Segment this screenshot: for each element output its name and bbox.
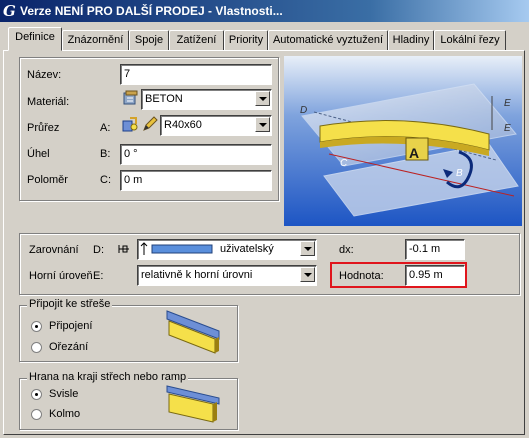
polomer-label: Poloměr	[27, 174, 68, 186]
alignment-preview-icon	[140, 242, 213, 255]
orezani-label: Ořezání	[49, 341, 89, 353]
preview-label-d: D	[300, 105, 307, 116]
radio-kolmo[interactable]	[31, 409, 42, 420]
tab-zatizeni[interactable]: Zatížení	[169, 30, 224, 50]
polomer-key: C:	[100, 174, 111, 186]
radio-pripojeni[interactable]	[31, 321, 42, 332]
pin-icon[interactable]	[117, 242, 131, 256]
chevron-down-icon[interactable]	[255, 117, 270, 132]
tab-hladiny[interactable]: Hladiny	[388, 30, 434, 50]
radio-orezani[interactable]	[31, 342, 42, 353]
radius-field[interactable]: 0 m	[120, 170, 272, 191]
dx-field[interactable]: -0.1 m	[405, 239, 465, 260]
material-label: Materiál:	[27, 96, 70, 108]
name-field[interactable]: 7	[120, 64, 272, 85]
beam-preview-diagram: D E E A B C	[284, 56, 522, 226]
zarovnani-label: Zarovnání	[29, 244, 79, 256]
pencil-icon	[143, 116, 158, 131]
roof-attach-title: Připojit ke střeše	[27, 298, 113, 310]
material-library-icon	[123, 90, 138, 105]
section-editor-button[interactable]	[121, 115, 139, 133]
preview-label-c: C	[340, 158, 348, 169]
dx-label: dx:	[339, 244, 354, 256]
tab-priority[interactable]: Priority	[224, 30, 268, 50]
chevron-down-icon[interactable]	[300, 267, 315, 282]
preview-label-b: B	[456, 168, 463, 179]
horni-uroven-key: E:	[93, 270, 104, 282]
tab-label: Hladiny	[392, 34, 430, 46]
preview-label-a: A	[409, 145, 419, 161]
horni-uroven-label: Horní úroveň	[29, 270, 93, 282]
roof-attach-illustration	[166, 310, 220, 354]
hodnota-label: Hodnota:	[339, 270, 384, 282]
pripojeni-label: Připojení	[49, 320, 93, 332]
title-bar[interactable]: G Verze NENÍ PRO DALŠÍ PRODEJ - Vlastnos…	[0, 0, 529, 22]
radio-svisle[interactable]	[31, 389, 42, 400]
preview-label-e1: E	[504, 98, 511, 109]
kolmo-label: Kolmo	[49, 408, 81, 420]
material-select[interactable]: BETON	[141, 89, 272, 110]
roof-edge-illustration	[166, 385, 220, 423]
section-editor-icon	[122, 117, 138, 132]
top-level-value: relativně k horní úrovni	[141, 269, 253, 281]
tab-label: Automatické vyztužení	[272, 34, 384, 46]
section-select[interactable]: R40x60	[160, 115, 272, 136]
section-value: R40x60	[164, 119, 202, 131]
tab-lokalni-rezy[interactable]: Lokální řezy	[434, 30, 506, 50]
chevron-down-icon[interactable]	[255, 91, 270, 106]
uhel-key: B:	[100, 148, 111, 160]
alignment-value: uživatelský	[220, 243, 274, 255]
tab-automaticke-vyztuzeni[interactable]: Automatické vyztužení	[268, 30, 388, 50]
angle-field[interactable]: 0 °	[120, 144, 272, 165]
hodnota-field[interactable]: 0.95 m	[405, 265, 465, 286]
tab-label: Definice	[15, 31, 55, 43]
chevron-down-icon[interactable]	[300, 241, 315, 256]
nazev-label: Název:	[27, 69, 62, 81]
svisle-label: Svisle	[49, 388, 79, 400]
material-library-button[interactable]	[121, 89, 139, 107]
alignment-select[interactable]: uživatelský	[137, 239, 317, 260]
top-level-select[interactable]: relativně k horní úrovni	[137, 265, 317, 286]
zarovnani-key: D:	[93, 244, 104, 256]
roof-edge-title: Hrana na kraji střech nebo ramp	[27, 371, 189, 383]
prurez-key: A:	[100, 122, 111, 134]
tab-label: Priority	[228, 34, 264, 46]
tab-spoje[interactable]: Spoje	[129, 30, 169, 50]
beam-preview: D E E A B C	[284, 56, 522, 226]
tab-label: Spoje	[134, 34, 164, 46]
prurez-label: Průřez	[27, 122, 60, 134]
tab-label: Znázornění	[67, 34, 124, 46]
tab-label: Lokální řezy	[440, 34, 500, 46]
tab-definice[interactable]: Definice	[8, 27, 62, 51]
uhel-label: Úhel	[27, 148, 50, 160]
window-title: Verze NENÍ PRO DALŠÍ PRODEJ - Vlastnosti…	[20, 4, 283, 18]
app-logo-icon: G	[3, 2, 16, 20]
material-value: BETON	[145, 93, 183, 105]
tab-label: Zatížení	[176, 34, 217, 46]
section-pick-button[interactable]	[141, 115, 159, 133]
preview-label-e2: E	[504, 123, 511, 134]
tab-znazorneni[interactable]: Znázornění	[62, 30, 129, 50]
